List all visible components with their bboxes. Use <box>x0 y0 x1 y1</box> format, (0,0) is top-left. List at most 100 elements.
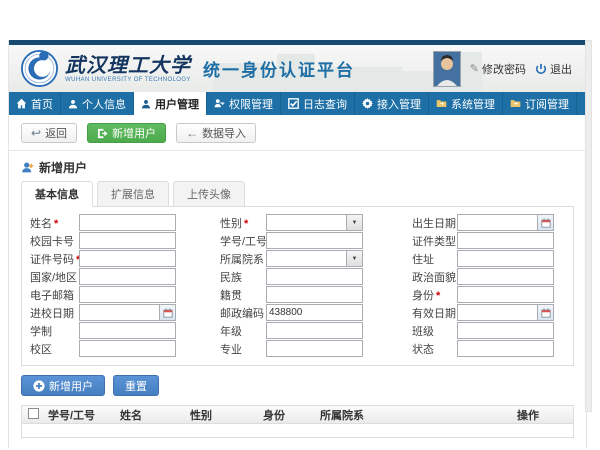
text-input[interactable] <box>458 325 553 337</box>
text-field <box>266 268 363 285</box>
field-label: 专业 <box>220 341 266 357</box>
table-empty-row <box>22 424 573 437</box>
field-label: 姓名* <box>30 215 79 231</box>
text-field <box>79 268 176 285</box>
checkbox-column <box>22 408 44 422</box>
calendar-icon[interactable] <box>537 305 553 320</box>
text-input[interactable] <box>267 343 362 355</box>
home-icon <box>16 98 27 109</box>
field-label: 校区 <box>30 341 79 357</box>
user-form: 姓名*性别*▼出生日期校园卡号学号/工号*证件类型*证件号码*所属院系▼住址国家… <box>30 214 573 357</box>
text-input[interactable] <box>80 235 175 247</box>
field-label: 电子邮箱 <box>30 287 79 303</box>
logout-link[interactable]: 退出 <box>535 61 572 77</box>
tab-2[interactable]: 上传头像 <box>173 181 245 207</box>
plus-circle-icon <box>33 380 45 392</box>
text-input[interactable] <box>267 235 362 247</box>
text-field <box>79 286 176 303</box>
field-label: 进校日期 <box>30 305 79 321</box>
table-header-row: 学号/工号姓名性别身份所属院系操作 <box>22 406 573 424</box>
nav-item-user[interactable]: 个人信息 <box>61 92 134 115</box>
form-field: 所属院系▼ <box>220 250 412 267</box>
nav-item-gear[interactable]: 接入管理 <box>355 92 429 115</box>
form-field: 籍贯 <box>220 286 412 303</box>
select-all-checkbox[interactable] <box>28 408 39 419</box>
text-field <box>266 340 363 357</box>
basic-info-panel: 姓名*性别*▼出生日期校园卡号学号/工号*证件类型*证件号码*所属院系▼住址国家… <box>21 206 574 366</box>
text-field <box>266 322 363 339</box>
nav-item-folder[interactable]: 系统管理 <box>429 92 503 115</box>
text-input[interactable] <box>80 343 175 355</box>
folder-icon <box>436 98 447 109</box>
date-field <box>457 304 554 321</box>
field-label: 民族 <box>220 269 266 285</box>
add-user-icon <box>97 128 108 139</box>
field-label: 校园卡号 <box>30 233 79 249</box>
form-field: 民族 <box>220 268 412 285</box>
text-input[interactable] <box>80 325 175 337</box>
university-name-en: WUHAN UNIVERSITY OF TECHNOLOGY <box>65 77 191 83</box>
text-field <box>266 304 363 321</box>
scrollbar-track[interactable] <box>585 40 592 412</box>
nav-item-home[interactable]: 首页 <box>9 92 61 115</box>
text-input[interactable] <box>80 253 175 265</box>
dropdown-arrow-icon[interactable]: ▼ <box>346 251 362 266</box>
text-field <box>457 322 554 339</box>
text-input[interactable] <box>458 271 553 283</box>
app-window: 武汉理工大学 WUHAN UNIVERSITY OF TECHNOLOGY 统一… <box>8 40 587 448</box>
nav-item-folder[interactable]: 订阅管理 <box>503 92 577 115</box>
form-field: 政治面貌 <box>412 268 575 285</box>
required-asterisk: * <box>436 290 440 302</box>
text-input[interactable] <box>80 271 175 283</box>
text-field <box>457 286 554 303</box>
text-input[interactable] <box>80 217 175 229</box>
add-user-toolbar-button[interactable]: 新增用户 <box>87 123 166 143</box>
table-column-header: 所属院系 <box>316 407 513 423</box>
text-input[interactable] <box>458 253 553 265</box>
dropdown-arrow-icon[interactable]: ▼ <box>346 215 362 230</box>
text-field <box>79 250 176 267</box>
required-asterisk: * <box>54 218 58 230</box>
form-field: 电子邮箱 <box>30 286 220 303</box>
back-button[interactable]: ↩ 返回 <box>21 123 77 143</box>
text-input[interactable] <box>80 289 175 301</box>
university-name-cn: 武汉理工大学 <box>65 55 191 75</box>
form-field: 校区 <box>30 340 220 357</box>
tab-0[interactable]: 基本信息 <box>21 181 93 207</box>
text-field <box>457 250 554 267</box>
tab-1[interactable]: 扩展信息 <box>97 181 169 207</box>
nav-item-log-check[interactable]: 日志查询 <box>281 92 355 115</box>
nav-item-key[interactable]: 权限管理 <box>207 92 281 115</box>
form-field: 学制 <box>30 322 220 339</box>
users-icon <box>141 99 151 109</box>
change-password-link[interactable]: ✎ 修改密码 <box>470 61 526 77</box>
form-field: 身份* <box>412 286 575 303</box>
data-import-button[interactable]: ← 数据导入 <box>176 123 256 143</box>
select-field: ▼ <box>266 214 363 231</box>
text-input[interactable] <box>267 307 362 319</box>
text-field <box>79 340 176 357</box>
user-table: 学号/工号姓名性别身份所属院系操作 <box>21 405 574 438</box>
text-input[interactable] <box>458 235 553 247</box>
form-field: 姓名* <box>30 214 220 231</box>
key-icon <box>214 98 225 109</box>
text-field <box>457 268 554 285</box>
text-input[interactable] <box>458 289 553 301</box>
field-label: 班级 <box>412 323 457 339</box>
avatar[interactable] <box>433 51 461 87</box>
calendar-icon[interactable] <box>537 215 553 230</box>
form-field: 住址 <box>412 250 575 267</box>
text-field <box>457 232 554 249</box>
text-input[interactable] <box>267 271 362 283</box>
submit-add-user-button[interactable]: 新增用户 <box>21 375 105 396</box>
field-label: 性别* <box>220 215 266 231</box>
nav-item-users[interactable]: 用户管理 <box>134 92 207 115</box>
text-input[interactable] <box>267 325 362 337</box>
calendar-icon[interactable] <box>159 305 175 320</box>
form-field: 班级 <box>412 322 575 339</box>
text-input[interactable] <box>458 343 553 355</box>
field-label: 学制 <box>30 323 79 339</box>
text-input[interactable] <box>267 289 362 301</box>
reset-button[interactable]: 重置 <box>113 375 159 396</box>
form-field: 有效日期 <box>412 304 575 321</box>
